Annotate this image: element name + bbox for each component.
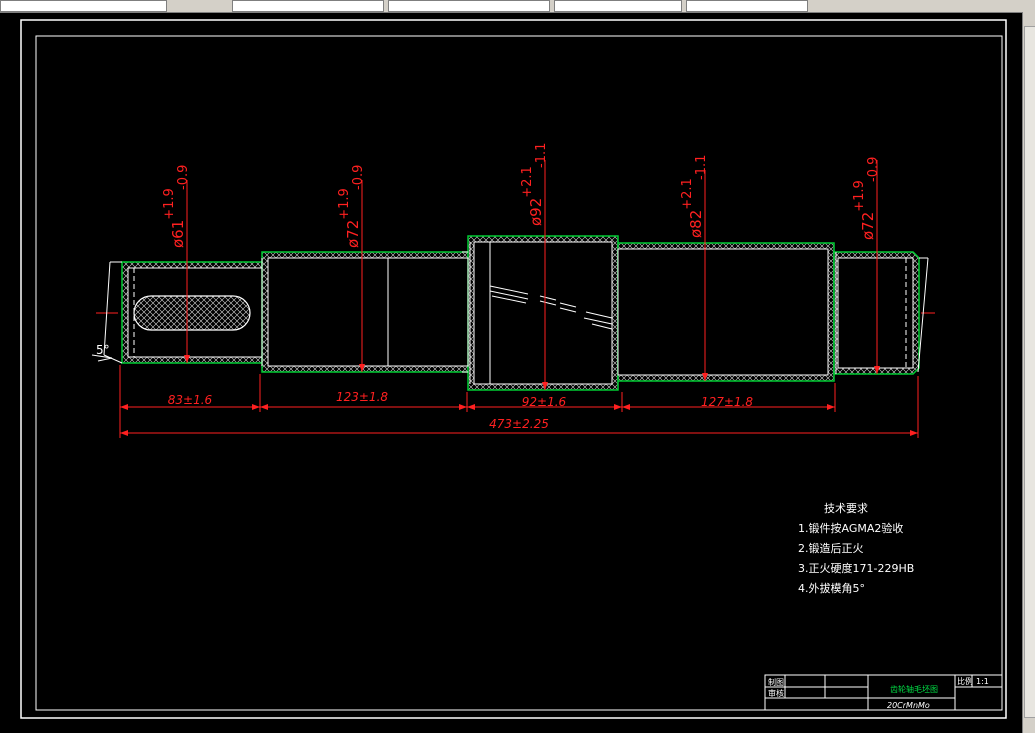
diameter-label-2: ø72+1.9: [337, 188, 362, 248]
vertical-scrollbar[interactable]: [1022, 12, 1035, 733]
drawn-label: 制图: [768, 677, 784, 687]
material-label: 20CrMnMo: [887, 701, 930, 710]
note-1: 1.锻件按AGMA2验收: [798, 521, 903, 535]
length-label-2: 123±1.8: [336, 390, 388, 404]
diameter-lower-2: -0.9: [351, 165, 366, 190]
linetype-dropdown[interactable]: [232, 0, 384, 12]
checked-label: 审核: [768, 688, 784, 698]
diameter-lower-5: -0.9: [866, 157, 881, 182]
color-dropdown[interactable]: [686, 0, 808, 12]
total-length-label: 473±2.25: [489, 417, 549, 431]
drawing-canvas[interactable]: ø61+1.9 -0.9 ø72+1.9 -0.9 ø92+2.1 -1.1 ø…: [0, 12, 1022, 733]
diameter-lower-1: -0.9: [176, 165, 191, 190]
toolbar-icon-button[interactable]: [170, 0, 220, 10]
diameter-label-1: ø61+1.9: [162, 188, 187, 248]
notes-title: 技术要求: [824, 502, 868, 515]
length-label-4: 127±1.8: [701, 395, 753, 409]
svg-text:5°: 5°: [96, 343, 110, 357]
note-4: 4.外拔模角5°: [798, 581, 865, 595]
technical-notes: 技术要求 1.锻件按AGMA2验收 2.锻造后正火 3.正火硬度171-229H…: [798, 502, 914, 595]
scale-label: 比例: [957, 676, 973, 686]
scrollbar-thumb[interactable]: [1024, 26, 1035, 718]
diameter-label-4: ø82+2.1: [680, 178, 705, 238]
diameter-lower-4: -1.1: [694, 155, 709, 180]
keyway-slot: [133, 295, 251, 331]
diameter-label-3: ø92+2.1: [520, 166, 545, 226]
diameter-label-5: ø72+1.9: [852, 180, 877, 240]
diameter-lower-3: -1.1: [534, 143, 549, 168]
plotstyle-dropdown[interactable]: [554, 0, 682, 12]
layer-dropdown[interactable]: [0, 0, 167, 12]
lineweight-dropdown[interactable]: [388, 0, 550, 12]
length-label-3: 92±1.6: [522, 395, 567, 409]
length-label-1: 83±1.6: [168, 393, 213, 407]
part-name: 齿轮轴毛坯图: [890, 684, 938, 694]
note-2: 2.锻造后正火: [798, 541, 864, 555]
scale-value: 1:1: [976, 677, 989, 686]
chamfer-annotation: 5°: [91, 343, 113, 362]
note-3: 3.正火硬度171-229HB: [798, 561, 914, 575]
